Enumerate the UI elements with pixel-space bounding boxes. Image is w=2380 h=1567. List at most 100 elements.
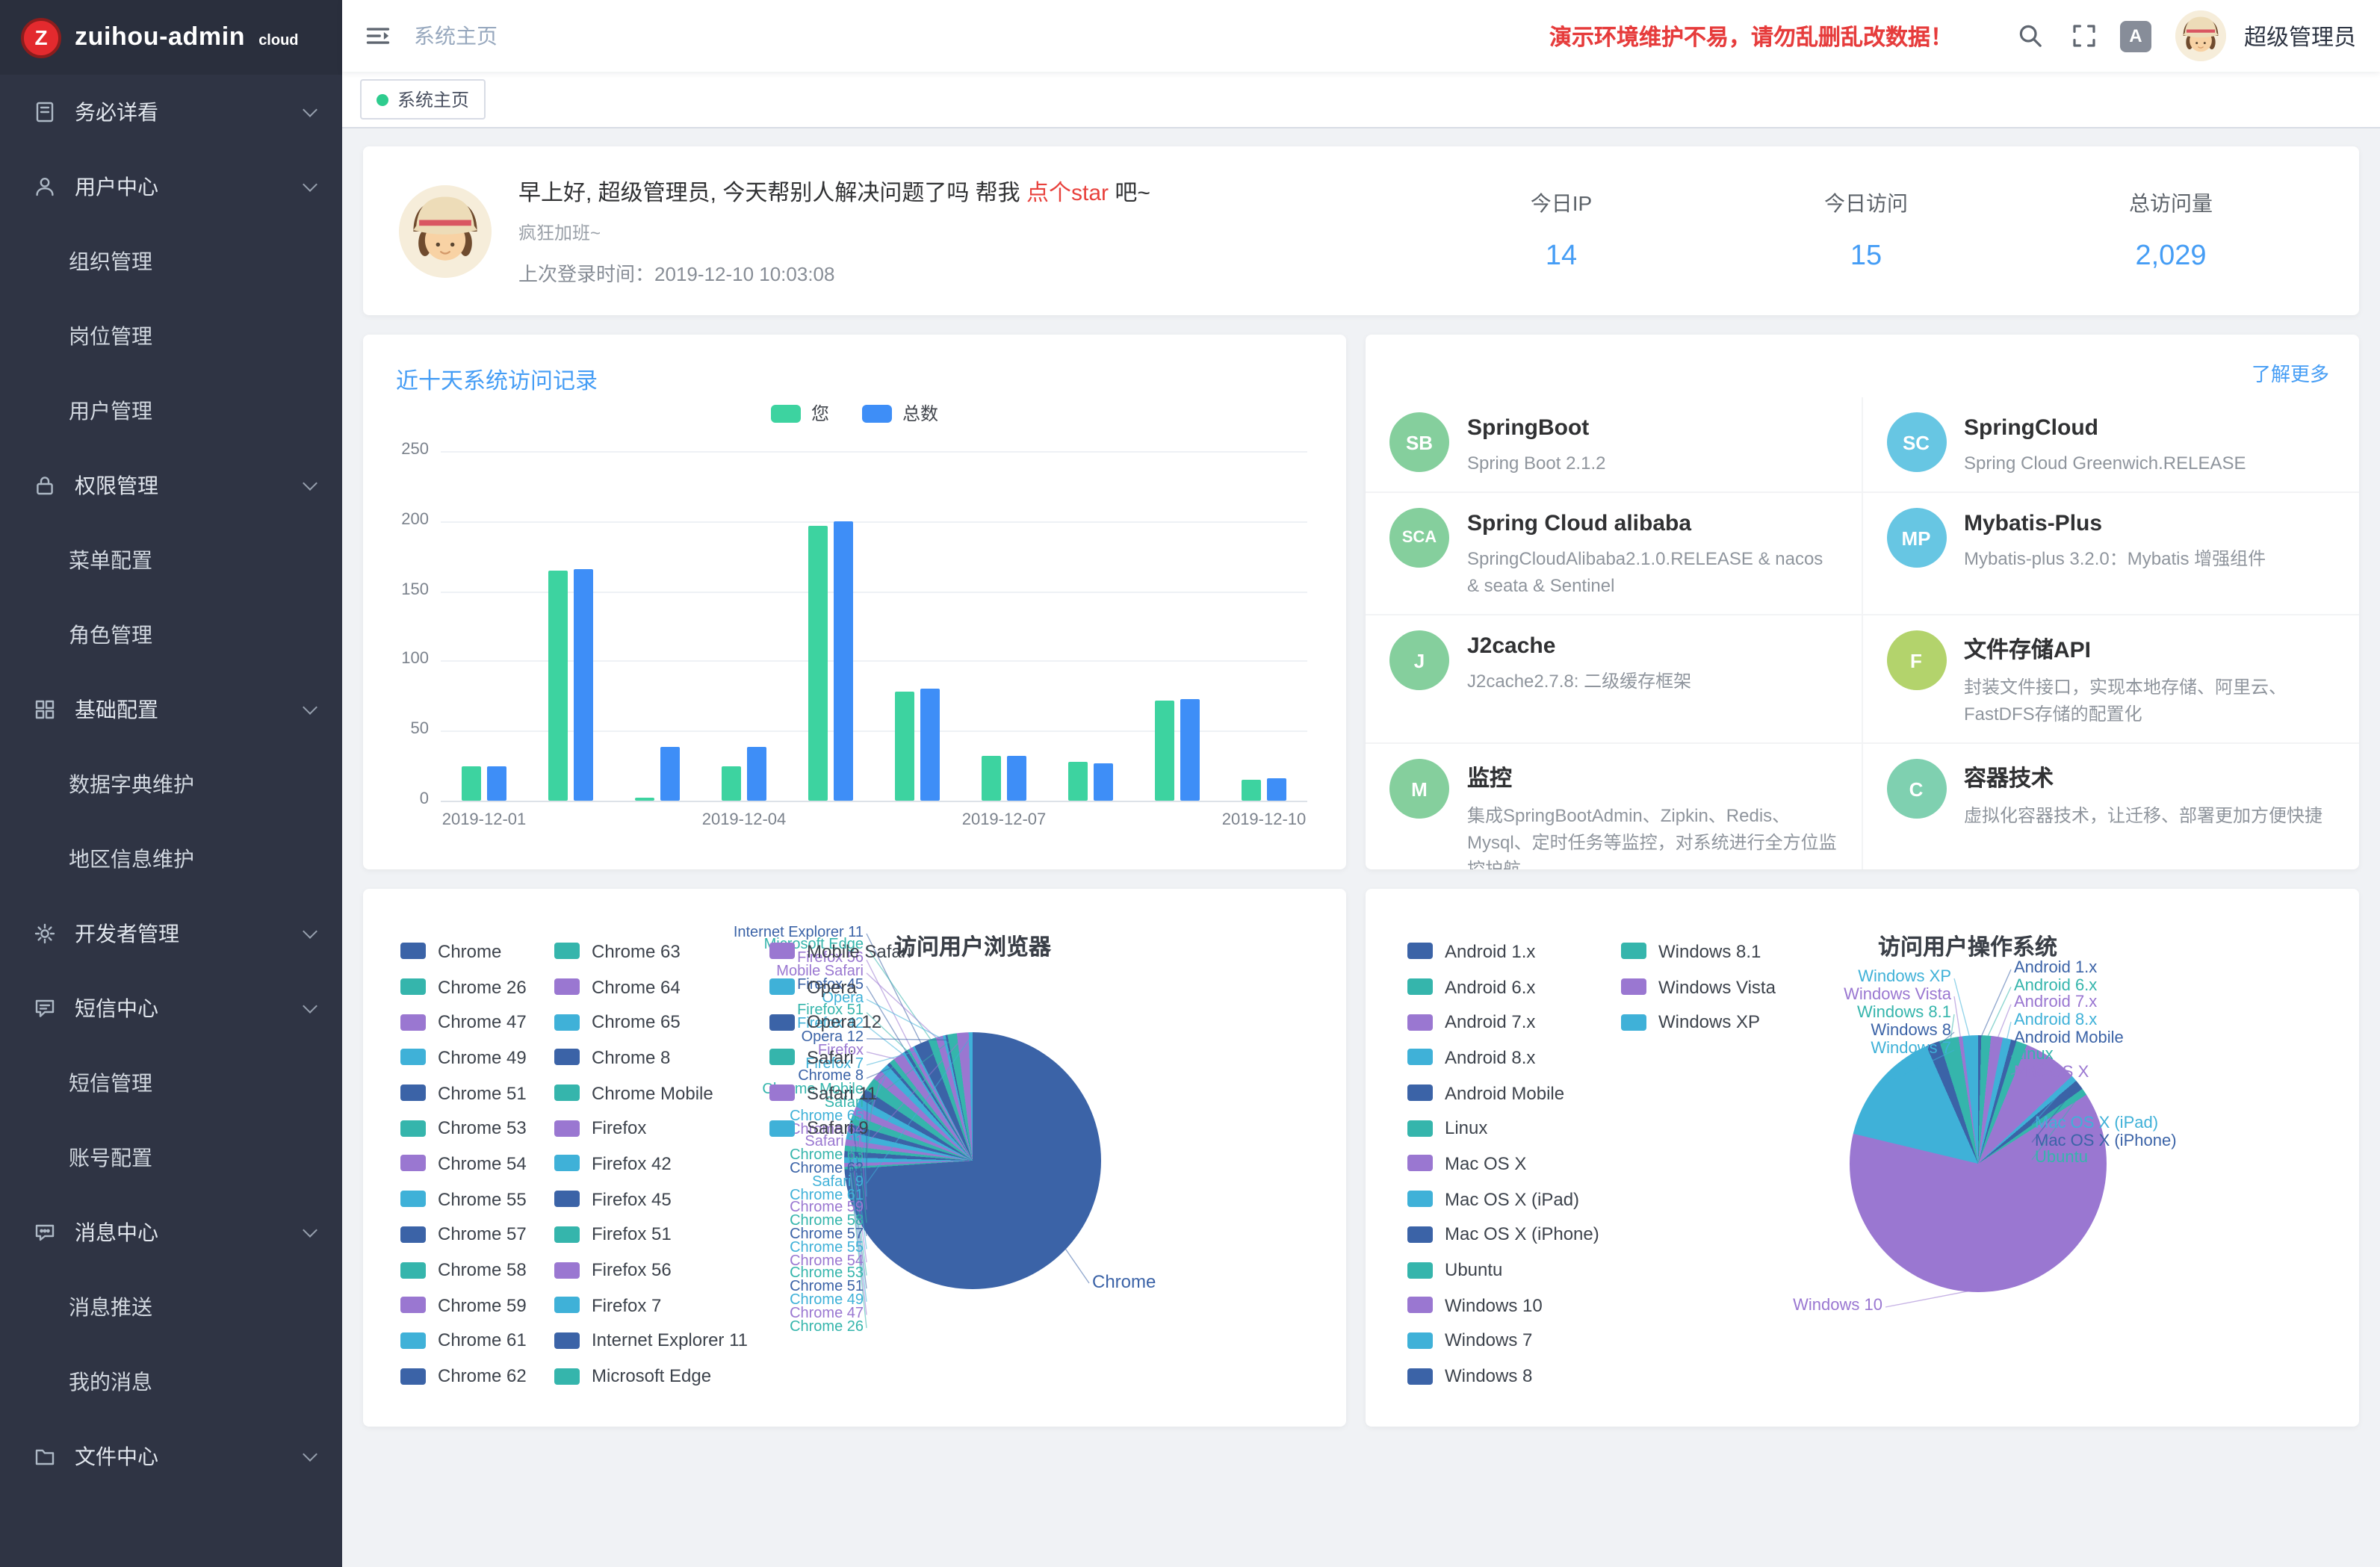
demo-notice: 演示环境维护不易，请勿乱删乱改数据！ (1549, 20, 1953, 52)
legend-item[interactable]: Chrome Mobile (554, 1076, 748, 1111)
legend-item[interactable]: Windows 8.1 (1621, 934, 1776, 969)
legend-item[interactable]: Opera (769, 969, 911, 1004)
legend-item[interactable]: Windows XP (1621, 1005, 1776, 1040)
legend-label: Android 6.x (1445, 976, 1535, 997)
legend-item[interactable]: Firefox 7 (554, 1288, 748, 1323)
sidebar-item[interactable]: 短信中心 (0, 971, 342, 1046)
legend-item[interactable]: Firefox 45 (554, 1182, 748, 1217)
breadcrumb[interactable]: 系统主页 (414, 21, 498, 51)
legend-label: Chrome 53 (438, 1118, 527, 1139)
legend-label: Chrome 8 (592, 1047, 670, 1068)
legend-item[interactable]: Firefox 42 (554, 1146, 748, 1181)
sidebar-item[interactable]: 组织管理 (0, 224, 342, 299)
legend-label: Chrome 59 (438, 1294, 527, 1315)
legend-item[interactable]: Opera 12 (769, 1005, 911, 1040)
sidebar-item[interactable]: 权限管理 (0, 448, 342, 523)
sidebar-item[interactable]: 地区信息维护 (0, 822, 342, 896)
sidebar-item[interactable]: 菜单配置 (0, 523, 342, 598)
sidebar-item[interactable]: 用户管理 (0, 373, 342, 448)
legend-item[interactable]: Windows Vista (1621, 969, 1776, 1004)
sidebar-item[interactable]: 数据字典维护 (0, 747, 342, 822)
legend-item[interactable]: Windows 8 (1407, 1359, 1599, 1394)
legend-item[interactable]: Chrome 61 (400, 1323, 527, 1358)
legend-item[interactable]: Chrome (400, 934, 527, 969)
sidebar-item[interactable]: 消息推送 (0, 1270, 342, 1344)
legend-chip (400, 1049, 426, 1066)
legend-item[interactable]: Safari 9 (769, 1111, 911, 1146)
learn-more-link[interactable]: 了解更多 (2252, 359, 2329, 387)
sidebar-item[interactable]: 岗位管理 (0, 299, 342, 373)
bar (1155, 700, 1174, 801)
user-icon (33, 175, 57, 199)
legend-item[interactable]: Chrome 65 (554, 1005, 748, 1040)
sidebar-item[interactable]: 开发者管理 (0, 896, 342, 971)
feature-badge: M (1389, 759, 1449, 819)
fullscreen-icon[interactable] (2066, 18, 2102, 54)
legend-item[interactable]: Chrome 51 (400, 1076, 527, 1111)
legend-item[interactable]: Chrome 55 (400, 1182, 527, 1217)
sidebar-collapse-icon[interactable] (360, 18, 396, 54)
legend-item[interactable]: Chrome 62 (400, 1359, 527, 1394)
sidebar-item[interactable]: 文件中心 (0, 1419, 342, 1494)
legend-item[interactable]: Chrome 64 (554, 969, 748, 1004)
legend-item[interactable]: Android 1.x (1407, 934, 1599, 969)
legend-item[interactable]: Mac OS X (iPad) (1407, 1182, 1599, 1217)
legend-item[interactable]: Chrome 26 (400, 969, 527, 1004)
legend-item[interactable]: Windows 10 (1407, 1288, 1599, 1323)
pie-legend-column: Mobile SafariOperaOpera 12SafariSafari 1… (769, 934, 911, 1146)
legend-item[interactable]: Ubuntu (1407, 1252, 1599, 1287)
legend-item[interactable]: Android 7.x (1407, 1005, 1599, 1040)
user-avatar[interactable] (2175, 10, 2226, 61)
legend-item[interactable]: Windows 7 (1407, 1323, 1599, 1358)
logo-name: zuihou-admin (75, 22, 245, 52)
legend-item[interactable]: Chrome 59 (400, 1288, 527, 1323)
sidebar-item[interactable]: 账号配置 (0, 1120, 342, 1195)
sidebar-item[interactable]: 务必详看 (0, 75, 342, 149)
legend-item[interactable]: Chrome 53 (400, 1111, 527, 1146)
legend-item[interactable]: Firefox 56 (554, 1252, 748, 1287)
sidebar-item[interactable]: 用户中心 (0, 149, 342, 224)
font-size-icon[interactable]: A (2120, 20, 2151, 52)
legend-label: Firefox 51 (592, 1224, 672, 1245)
tab-home[interactable]: 系统主页 (360, 79, 486, 120)
legend-item[interactable]: Chrome 47 (400, 1005, 527, 1040)
greeting-line: 早上好, 超级管理员, 今天帮别人解决问题了吗 帮我 点个star 吧~ (518, 176, 1150, 207)
legend-item[interactable]: Linux (1407, 1111, 1599, 1146)
legend-label: Android 7.x (1445, 1011, 1535, 1032)
sidebar-item[interactable]: 角色管理 (0, 598, 342, 672)
legend-label: Firefox 7 (592, 1294, 661, 1315)
bar (574, 568, 593, 801)
legend-item[interactable]: Mac OS X (1407, 1146, 1599, 1181)
legend-item[interactable]: Chrome 49 (400, 1040, 527, 1075)
sidebar-item[interactable]: 我的消息 (0, 1344, 342, 1419)
legend-item[interactable]: Mac OS X (iPhone) (1407, 1217, 1599, 1252)
pie-callout-label: Windows 10 (1584, 1298, 1882, 1315)
star-link[interactable]: 点个star (1026, 180, 1109, 205)
sidebar-item[interactable]: 短信管理 (0, 1046, 342, 1120)
username[interactable]: 超级管理员 (2244, 20, 2356, 52)
pie-legend-column: Windows 8.1Windows VistaWindows XP (1621, 934, 1776, 1040)
legend-label: Chrome 58 (438, 1259, 527, 1280)
legend-item[interactable]: Internet Explorer 11 (554, 1323, 748, 1358)
legend-item[interactable]: Android 8.x (1407, 1040, 1599, 1075)
legend-item[interactable]: Android 6.x (1407, 969, 1599, 1004)
stat-item: 总访问量2,029 (2018, 188, 2323, 273)
pie-callout-label: Mac OS X (iPad) (2035, 1116, 2334, 1132)
legend-item[interactable]: Chrome 58 (400, 1252, 527, 1287)
legend-item[interactable]: Chrome 54 (400, 1146, 527, 1181)
legend-item[interactable]: Firefox 51 (554, 1217, 748, 1252)
sidebar-item[interactable]: 基础配置 (0, 672, 342, 747)
legend-item[interactable]: Chrome 63 (554, 934, 748, 969)
legend-item[interactable]: Android Mobile (1407, 1076, 1599, 1111)
sidebar-item-label: 短信中心 (75, 993, 158, 1023)
bar-group (1047, 451, 1134, 801)
legend-item[interactable]: Safari 11 (769, 1076, 911, 1111)
legend-item[interactable]: Chrome 57 (400, 1217, 527, 1252)
legend-item[interactable]: Chrome 8 (554, 1040, 748, 1075)
search-icon[interactable] (2012, 18, 2048, 54)
sidebar-item[interactable]: 消息中心 (0, 1195, 342, 1270)
legend-item[interactable]: Firefox (554, 1111, 748, 1146)
logo[interactable]: Z zuihou-admin cloud (0, 0, 342, 75)
legend-item[interactable]: Microsoft Edge (554, 1359, 748, 1394)
legend-item[interactable]: Safari (769, 1040, 911, 1075)
